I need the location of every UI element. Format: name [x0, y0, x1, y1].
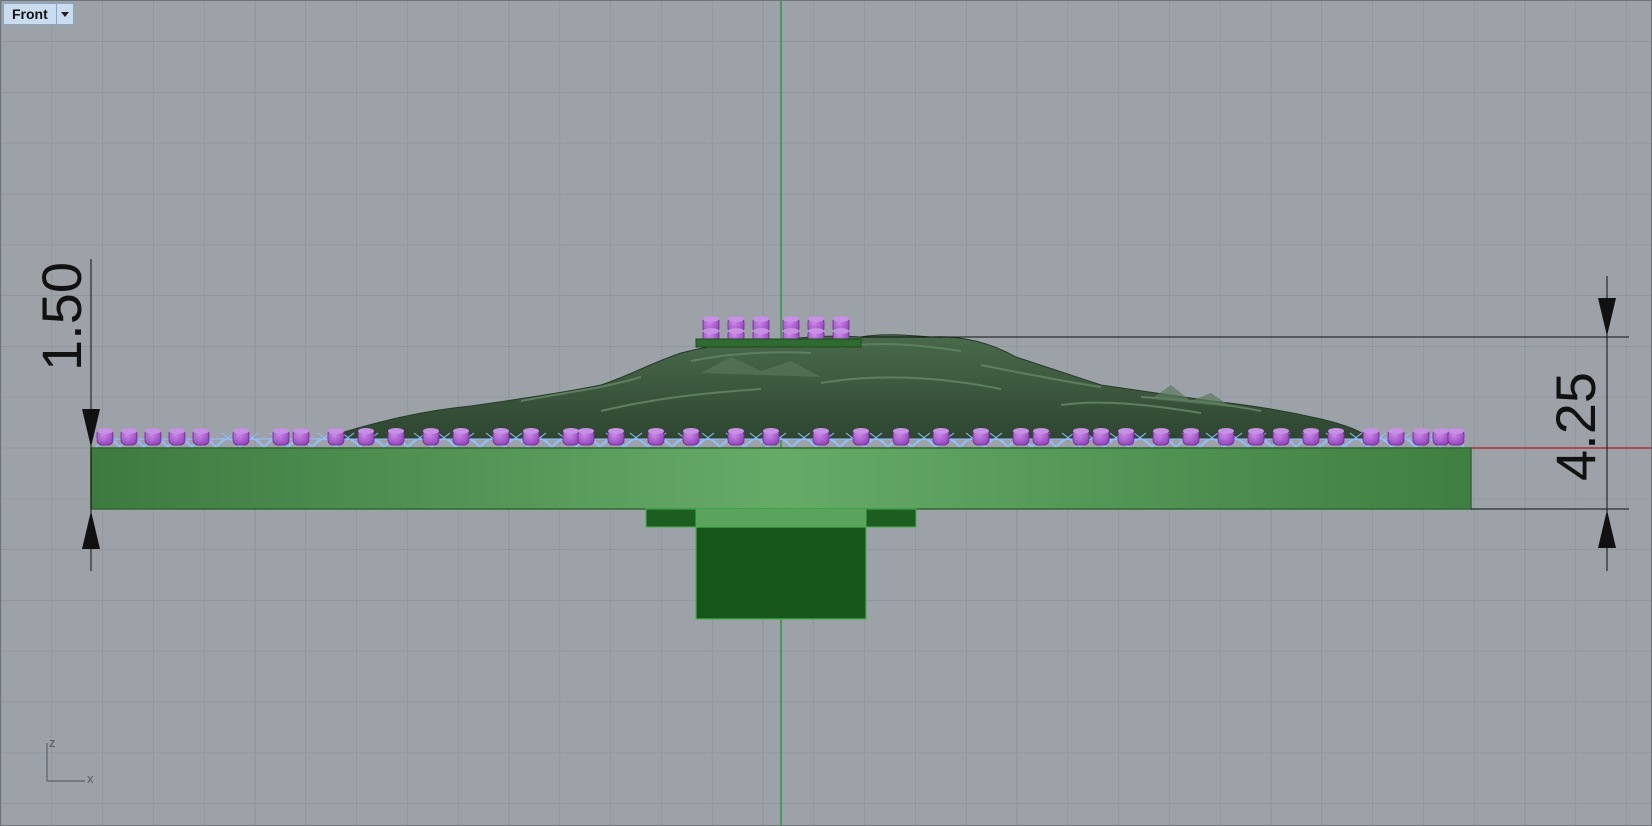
support-post: [96, 428, 114, 446]
dimension-left-value: 1.50: [30, 262, 93, 371]
support-post: [562, 428, 580, 446]
dimension-right-value: 4.25: [1544, 372, 1607, 481]
support-post: [387, 428, 405, 446]
support-post: [1387, 428, 1405, 446]
support-post: [972, 428, 990, 446]
support-post: [1182, 428, 1200, 446]
support-post: [682, 428, 700, 446]
support-post: [1072, 428, 1090, 446]
support-post: [168, 428, 186, 446]
top-support-block[interactable]: [695, 338, 862, 348]
lattice-arc: [623, 438, 649, 448]
support-post: [1447, 428, 1465, 446]
support-post: [1032, 428, 1050, 446]
support-post: [192, 428, 210, 446]
support-post: [762, 428, 780, 446]
support-post: [1432, 428, 1450, 446]
support-post: [1412, 428, 1430, 446]
lattice-arc: [695, 438, 721, 448]
support-post: [1117, 428, 1135, 446]
support-post: [1302, 428, 1320, 446]
support-post: [292, 428, 310, 446]
support-post: [1272, 428, 1290, 446]
viewport-menu-chevron-down-icon[interactable]: [55, 4, 73, 24]
support-post: [327, 428, 345, 446]
support-post: [1327, 428, 1345, 446]
support-post: [422, 428, 440, 446]
support-post: [932, 428, 950, 446]
viewport-canvas[interactable]: 1.50 4.25 z x: [1, 1, 1652, 826]
support-post: [357, 428, 375, 446]
support-post: [232, 428, 250, 446]
support-post: [1362, 428, 1380, 446]
base-plate[interactable]: [90, 447, 1472, 510]
support-post: [144, 428, 162, 446]
dimension-left[interactable]: 1.50: [30, 259, 100, 571]
support-post: [1012, 428, 1030, 446]
support-post: [852, 428, 870, 446]
support-post: [272, 428, 290, 446]
axis-widget: z x: [46, 735, 94, 786]
support-post: [647, 428, 665, 446]
support-post: [607, 428, 625, 446]
axis-widget-x-label: x: [87, 771, 94, 786]
viewport-title-tab[interactable]: Front: [3, 3, 74, 25]
lattice-arc: [791, 438, 817, 448]
support-post: [522, 428, 540, 446]
base-stand[interactable]: [645, 508, 917, 620]
terrain-mesh[interactable]: [340, 334, 1373, 440]
support-post: [120, 428, 138, 446]
viewport-title-label[interactable]: Front: [4, 4, 56, 24]
support-post: [1217, 428, 1235, 446]
support-post: [892, 428, 910, 446]
front-viewport[interactable]: Front 1.50 4.25 z x: [0, 0, 1652, 826]
support-post: [1247, 428, 1265, 446]
support-post: [452, 428, 470, 446]
support-post: [1092, 428, 1110, 446]
support-post: [727, 428, 745, 446]
support-post: [577, 428, 595, 446]
axis-widget-z-label: z: [49, 735, 56, 750]
support-post: [492, 428, 510, 446]
support-post: [1152, 428, 1170, 446]
support-post: [812, 428, 830, 446]
